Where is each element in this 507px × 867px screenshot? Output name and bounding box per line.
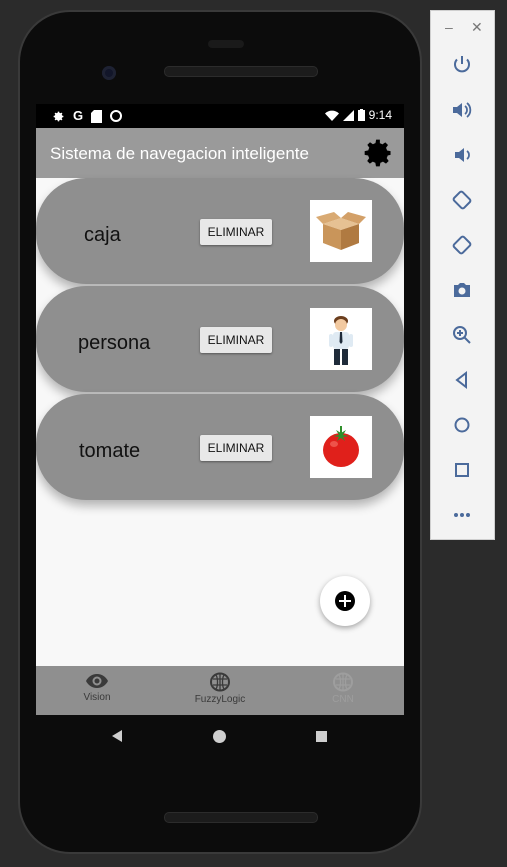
circle-icon: [110, 110, 123, 122]
back-icon[interactable]: [112, 730, 122, 742]
status-bar: G 9:14: [36, 104, 404, 128]
gear-icon: [53, 111, 64, 121]
person-image: [310, 308, 372, 370]
camera-icon[interactable]: [450, 278, 474, 302]
app-screen: G 9:14 Sistema de navegacion inteligente…: [36, 104, 404, 715]
signal-icon: [342, 109, 354, 121]
more-icon[interactable]: [450, 503, 474, 527]
system-navigation-bar: [36, 716, 404, 760]
sd-card-icon: [91, 109, 103, 123]
app-title: Sistema de navegacion inteligente: [50, 144, 309, 163]
emulator-toolbar: – ✕: [430, 10, 495, 540]
settings-gear-icon[interactable]: [362, 137, 394, 169]
volume-up-icon[interactable]: [450, 98, 474, 122]
home-icon[interactable]: [213, 730, 226, 743]
item-label: caja: [84, 224, 121, 246]
nav-item-cnn[interactable]: CNN: [298, 672, 388, 705]
close-icon[interactable]: ✕: [471, 19, 483, 36]
front-camera: [102, 66, 116, 80]
nav-item-vision[interactable]: Vision: [52, 672, 142, 703]
status-time: 9:14: [368, 108, 392, 122]
earpiece: [208, 40, 244, 48]
item-label: persona: [78, 332, 151, 354]
rotate-right-icon[interactable]: [450, 233, 474, 257]
app-bar: Sistema de navegacion inteligente: [36, 128, 404, 178]
list-item: tomate ELIMINAR: [36, 394, 404, 500]
bottom-navigation: Vision FuzzyLogic CNN: [36, 666, 404, 715]
list-item: persona ELIMINAR: [36, 286, 404, 392]
battery-icon: [357, 109, 365, 121]
add-fab-button[interactable]: [320, 576, 370, 626]
home-icon[interactable]: [450, 413, 474, 437]
bottom-speaker: [164, 812, 318, 823]
nav-item-fuzzylogic[interactable]: FuzzyLogic: [175, 672, 265, 705]
eye-icon: [86, 674, 108, 688]
delete-button[interactable]: ELIMINAR: [200, 219, 272, 245]
item-label: tomate: [79, 440, 141, 462]
box-image: [310, 200, 372, 262]
overview-icon[interactable]: [450, 458, 474, 482]
volume-down-icon[interactable]: [450, 143, 474, 167]
top-speaker: [164, 66, 318, 77]
delete-button[interactable]: ELIMINAR: [200, 327, 272, 353]
nav-label: FuzzyLogic: [194, 694, 246, 705]
brain-icon: [333, 672, 353, 692]
nav-label: Vision: [83, 692, 111, 703]
zoom-icon[interactable]: [450, 323, 474, 347]
list-item: caja ELIMINAR: [36, 178, 404, 284]
rotate-left-icon[interactable]: [450, 188, 474, 212]
google-icon: G: [73, 108, 84, 123]
power-icon[interactable]: [450, 53, 474, 77]
overview-icon[interactable]: [316, 731, 327, 742]
minimize-icon[interactable]: –: [445, 19, 453, 35]
back-icon[interactable]: [450, 368, 474, 392]
delete-button[interactable]: ELIMINAR: [200, 435, 272, 461]
add-circle-icon: [335, 591, 355, 611]
nav-label: CNN: [332, 694, 354, 705]
tomato-image: [310, 416, 372, 478]
brain-icon: [210, 672, 230, 692]
wifi-icon: [324, 110, 339, 121]
